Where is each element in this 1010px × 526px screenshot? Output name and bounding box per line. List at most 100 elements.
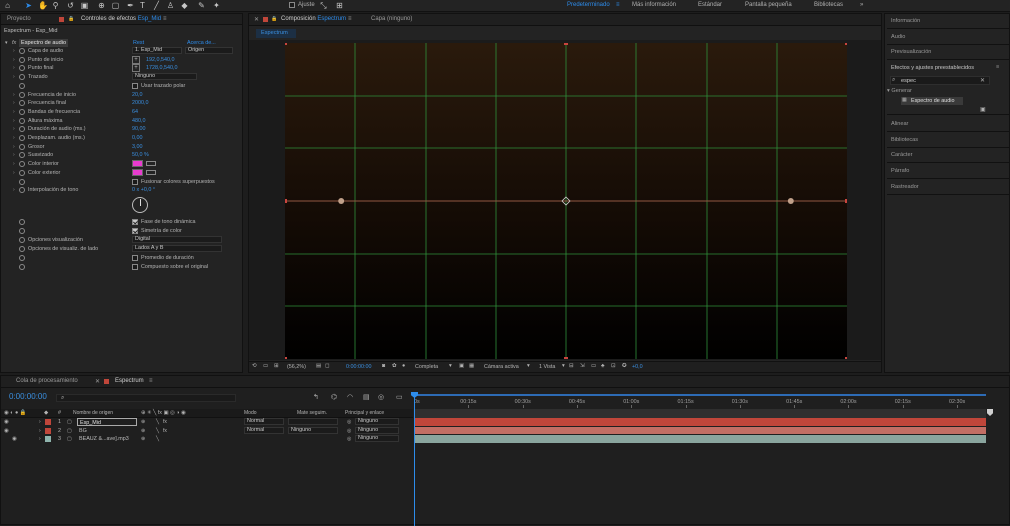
comp-lock-icon[interactable]: 🔒	[271, 16, 277, 22]
comp-subtab[interactable]: Espectrum	[256, 29, 296, 38]
label-color[interactable]	[45, 436, 51, 443]
bounding-box-handle[interactable]	[285, 43, 287, 45]
reset-link[interactable]: Rest	[133, 40, 144, 46]
bounding-box-handle[interactable]	[564, 43, 568, 45]
stopwatch-icon[interactable]	[19, 82, 25, 89]
stopwatch-icon[interactable]	[19, 135, 25, 141]
audio-source-dropdown[interactable]: Origen	[185, 47, 233, 54]
workspace-small-screen[interactable]: Pantalla pequeña	[745, 2, 792, 8]
property-checkbox[interactable]	[132, 254, 138, 261]
spectrum-point-handle[interactable]	[338, 198, 345, 204]
channel-icon[interactable]: ✿	[392, 363, 397, 369]
property-checkbox[interactable]	[132, 263, 138, 270]
property-checkbox[interactable]	[132, 219, 138, 225]
clear-search-icon[interactable]: ✕	[980, 77, 985, 84]
blend-mode-dropdown[interactable]: Normal	[244, 426, 284, 434]
shy-icon[interactable]: ◠	[347, 393, 353, 401]
current-time[interactable]: 0:00:00:00	[346, 364, 371, 370]
tree-group-generate[interactable]: ▾ Generar	[887, 88, 912, 94]
panel-align[interactable]: Alinear	[891, 121, 908, 127]
about-link[interactable]: Acerca de...	[187, 40, 216, 46]
layer-name[interactable]: BEAUZ &...ave].mp3	[77, 435, 137, 443]
effect-expand-icon[interactable]: ▾	[5, 40, 8, 46]
toggle-icon[interactable]: ⊟	[569, 363, 574, 369]
comp-mini-flowchart-icon[interactable]: ↰	[313, 393, 319, 401]
quality-dropdown[interactable]: Completa	[415, 364, 438, 370]
label-color[interactable]	[45, 427, 51, 434]
quality-switch-icon[interactable]: ╲	[156, 436, 159, 442]
snap-icon[interactable]: ⤡	[319, 1, 328, 10]
fx-toggle[interactable]: fx	[12, 40, 16, 46]
render-icon[interactable]: ⊡	[611, 363, 616, 369]
property-value[interactable]: 0,00	[132, 135, 143, 141]
grid-toggle-icon[interactable]: ⊞	[274, 363, 279, 369]
work-area-range[interactable]	[414, 394, 986, 396]
pickwhip-icon[interactable]: ◎	[347, 436, 351, 442]
twirl-icon[interactable]: ›	[13, 100, 15, 106]
bounding-box-handle[interactable]	[564, 357, 568, 359]
twirl-icon[interactable]: ›	[13, 152, 15, 158]
twirl-icon[interactable]: ›	[39, 436, 41, 442]
close-icon[interactable]: ✕	[254, 16, 259, 23]
stopwatch-icon[interactable]	[19, 126, 25, 133]
camera-tool-icon[interactable]: ▣	[80, 1, 89, 10]
table-row[interactable]: ◉ › 2 ▢ BG ⊕ ╲ fx Normal Ninguno ◎ Ninguno	[1, 426, 413, 436]
twirl-icon[interactable]: ›	[13, 170, 15, 176]
exposure-value[interactable]: +0,0	[632, 364, 643, 370]
property-value[interactable]: 3,00	[132, 144, 143, 150]
stopwatch-icon[interactable]	[19, 178, 25, 185]
property-dropdown[interactable]: Ninguno	[132, 73, 197, 81]
pen-tool-icon[interactable]: ✒	[126, 1, 135, 10]
comp-end-marker-icon[interactable]	[987, 409, 993, 416]
new-bin-icon[interactable]: ▣	[980, 106, 986, 113]
zoom-tool-icon[interactable]: ⚲	[51, 1, 60, 10]
monitor-icon[interactable]: ▭	[263, 363, 268, 369]
mask-icon[interactable]: ◻	[325, 363, 329, 369]
panel-paragraph[interactable]: Párrafo	[891, 168, 909, 174]
table-row[interactable]: ◉ › 1 ▢ Esp_Mid ⊕ ╲ fx Normal ◎ Ninguno	[1, 418, 413, 427]
layer-name[interactable]: BG	[77, 427, 137, 435]
stopwatch-icon[interactable]	[19, 143, 25, 150]
effect-name[interactable]: Espectro de audio	[19, 39, 69, 47]
draft-3d-icon[interactable]: ⌬	[331, 393, 337, 401]
bounding-box-handle[interactable]	[845, 43, 847, 45]
audio-icon[interactable]: ◉	[12, 436, 17, 442]
layer-duration-bar[interactable]	[414, 426, 986, 435]
lock-icon[interactable]: 🔒	[68, 16, 74, 22]
property-value[interactable]: 0 x +0,0 °	[132, 187, 155, 193]
pickwhip-icon[interactable]: ◎	[347, 428, 351, 434]
playhead[interactable]	[414, 394, 415, 526]
twirl-icon[interactable]: ›	[13, 118, 15, 124]
panel-audio[interactable]: Audio	[891, 34, 905, 40]
color-swatch[interactable]	[132, 168, 143, 176]
twirl-icon[interactable]: ›	[13, 48, 15, 54]
tab-composition[interactable]: Composición Espectrum	[281, 16, 346, 22]
twirl-icon[interactable]: ›	[13, 57, 15, 63]
bounding-box-handle[interactable]	[285, 357, 287, 359]
twirl-icon[interactable]: ›	[13, 109, 15, 115]
panel-character[interactable]: Carácter	[891, 152, 912, 158]
property-value[interactable]: 480,0	[132, 118, 146, 124]
twirl-icon[interactable]: ›	[13, 92, 15, 98]
stopwatch-icon[interactable]	[19, 263, 25, 270]
workspace-standard[interactable]: Estándar	[698, 2, 722, 8]
snap-options-icon[interactable]: ⊞	[335, 1, 344, 10]
tab-layer[interactable]: Capa (ninguno)	[371, 16, 412, 22]
crosshair-icon[interactable]: +	[132, 55, 140, 64]
property-value[interactable]: 64	[132, 109, 138, 115]
views-chevron-icon[interactable]: ▾	[562, 363, 565, 369]
transparency-icon[interactable]: ▦	[469, 363, 474, 369]
workspace-libraries[interactable]: Bibliotecas	[814, 2, 843, 8]
motion-blur-icon[interactable]: ◎	[378, 393, 384, 401]
twirl-icon[interactable]: ›	[13, 74, 15, 80]
quality-switch-icon[interactable]: ╲	[156, 419, 159, 425]
stopwatch-icon[interactable]	[19, 236, 25, 243]
fit-icon[interactable]: ▤	[316, 363, 321, 369]
workspace-more[interactable]: »	[860, 2, 863, 8]
property-dropdown[interactable]: Digital	[132, 235, 222, 243]
property-value[interactable]: 20,0	[132, 92, 143, 98]
stopwatch-icon[interactable]	[19, 245, 25, 252]
property-value[interactable]: 50,0 %	[132, 152, 149, 158]
eraser-tool-icon[interactable]: ◆	[180, 1, 189, 10]
panel-tracker[interactable]: Rastreador	[891, 184, 919, 190]
